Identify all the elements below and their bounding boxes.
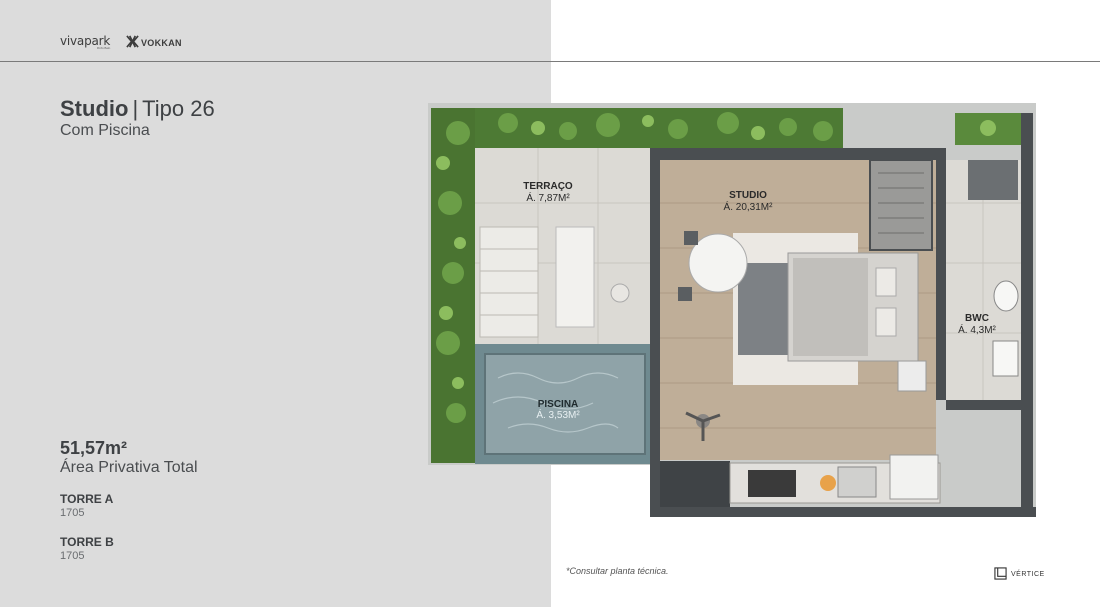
wall-east [1021,113,1033,513]
bed-blanket [793,258,868,356]
unit-type: Tipo 26 [142,96,215,121]
vertice-logo-text: VÉRTICE [1011,571,1045,578]
bathroom-area: Á. 4,3M² [958,323,996,336]
fruit-bowl [820,475,836,491]
terrace-label: TERRAÇO [523,181,573,192]
unit-subtitle: Com Piscina [60,122,150,139]
vivapark-logo: vivapark Porto Belo [60,34,110,50]
sofa [738,263,790,355]
terrace-steps [479,226,539,338]
nightstand [897,360,927,392]
total-area-label: Área Privativa Total [60,459,198,476]
vokkan-logo: VOKKAN [126,35,182,50]
studio-area: Á. 20,31M² [724,200,774,213]
vokkan-logo-icon [126,35,139,50]
header-divider [0,61,1100,62]
vokkan-logo-text: VOKKAN [141,37,182,48]
pool-area: Á. 3,53M² [536,408,580,421]
pillow-1 [875,267,897,297]
unit-name: Studio [60,96,129,121]
terrace-side-table [610,283,630,303]
wall-south [650,507,1036,517]
fridge [889,454,939,500]
page-title: Studio | Tipo 26 [60,96,215,121]
chair-2 [678,287,692,301]
bathroom-label: BWC [965,313,989,324]
sun-lounger [555,226,595,328]
kitchen-cabinet [660,461,730,507]
tower-b-unit: 1705 [60,550,85,562]
wall-bathroom-south [946,400,1021,410]
floor-plan-drawing: TERRAÇO Á. 7,87M² STUDIO Á. 20,31M² BWC … [428,103,1036,517]
tower-a-unit: 1705 [60,507,85,519]
wall-north [660,148,936,160]
bathroom-sink [992,340,1019,377]
shower-niche [968,160,1018,200]
floor-plan: TERRAÇO Á. 7,87M² STUDIO Á. 20,31M² BWC … [428,103,1036,517]
cooktop [748,470,796,497]
vertice-logo-icon [994,567,1007,582]
studio-label: STUDIO [729,190,767,201]
wall-west [650,148,660,463]
chair-1 [684,231,698,245]
tower-b-name: TORRE B [60,535,114,549]
kitchen-sink [837,466,877,498]
vertice-logo: VÉRTICE [994,567,1045,582]
total-area-value: 51,57m² [60,438,128,458]
pillow-2 [875,307,897,337]
toilet [993,280,1019,312]
technical-plan-note: *Consultar planta técnica. [566,566,669,576]
wall-bathroom-west [936,148,946,400]
tower-a-name: TORRE A [60,492,114,506]
pool-label: PISCINA [538,399,579,410]
terrace-area: Á. 7,87M² [526,191,570,204]
